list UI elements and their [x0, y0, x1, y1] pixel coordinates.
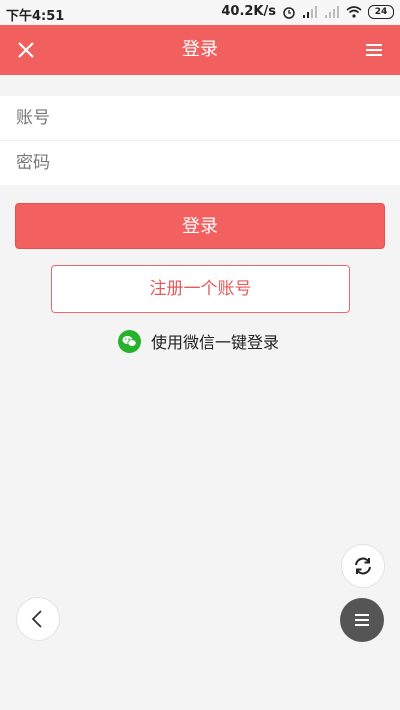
hamburger-icon	[366, 44, 382, 56]
status-bar: 下午4:51 40.2K/s 24	[0, 0, 400, 25]
battery-indicator: 24	[368, 4, 394, 19]
network-speed: 40.2K/s	[221, 4, 276, 19]
hamburger-icon	[355, 614, 369, 626]
refresh-button[interactable]	[341, 544, 385, 588]
wechat-icon	[118, 329, 141, 353]
chevron-left-icon	[31, 610, 42, 628]
login-form	[0, 96, 400, 185]
refresh-icon	[355, 557, 371, 575]
status-time: 下午4:51	[6, 9, 65, 24]
status-indicators: 40.2K/s 24	[221, 4, 394, 19]
floating-menu-button[interactable]	[340, 598, 384, 642]
signal-icon	[303, 5, 317, 18]
page-title: 登录	[182, 39, 218, 60]
wifi-icon	[346, 5, 362, 18]
account-row	[0, 96, 400, 141]
password-row	[0, 141, 400, 185]
app-header: 登录	[0, 25, 400, 75]
account-input[interactable]	[0, 107, 400, 129]
register-button[interactable]: 注册一个账号	[51, 265, 350, 313]
login-button[interactable]: 登录	[15, 203, 385, 249]
back-button[interactable]	[16, 597, 60, 641]
password-input[interactable]	[0, 152, 400, 174]
wechat-login-label: 使用微信一键登录	[151, 333, 280, 352]
signal-icon-2	[325, 5, 339, 18]
wechat-login-link[interactable]: 使用微信一键登录	[118, 328, 279, 354]
alarm-icon	[283, 6, 295, 19]
header-menu-button[interactable]	[362, 38, 386, 62]
